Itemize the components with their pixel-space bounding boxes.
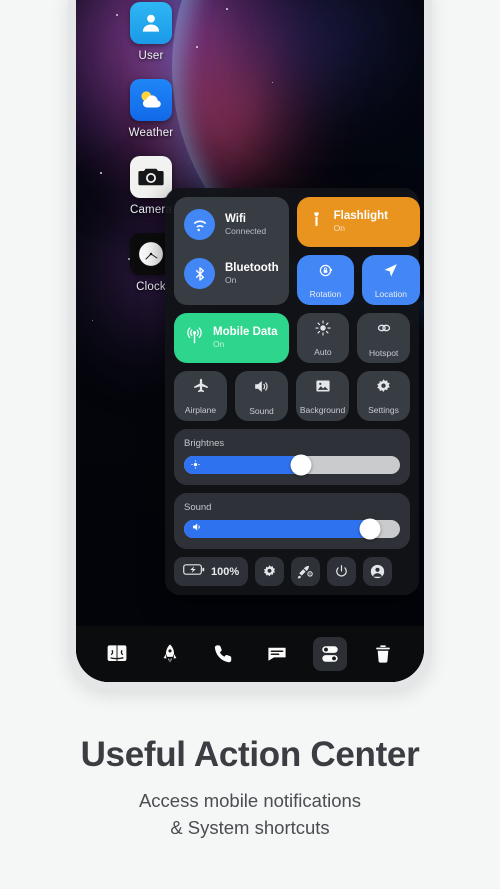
brightness-slider-card: Brightnes <box>174 429 410 485</box>
mobile-data-label: Mobile Data <box>213 326 278 338</box>
caption-block: Useful Action Center Access mobile notif… <box>0 735 500 842</box>
action-account-button[interactable] <box>363 557 393 586</box>
flashlight-icon <box>308 211 325 233</box>
hotspot-label: Hotspot <box>368 348 399 358</box>
action-power-button[interactable] <box>327 557 357 586</box>
dock <box>76 626 424 682</box>
control-center-panel: Wifi Connected Bluetooth On Flashlight O… <box>165 188 420 595</box>
dock-item-phone[interactable] <box>206 637 240 671</box>
bluetooth-icon <box>184 258 215 289</box>
airplane-label: Airplane <box>184 405 217 415</box>
dock-item-launchpad[interactable] <box>153 637 187 671</box>
wifi-status: Connected <box>225 225 267 236</box>
sound-fill <box>184 520 370 538</box>
location-arrow-icon <box>382 262 399 284</box>
tile-settings[interactable]: Settings <box>357 371 410 421</box>
flashlight-status: On <box>333 223 345 234</box>
cleanup-icon <box>297 565 313 579</box>
tile-sound[interactable]: Sound <box>235 371 288 421</box>
wifi-label: Wifi <box>225 212 246 225</box>
volume-icon <box>191 520 203 538</box>
mobile-data-status: On <box>213 339 225 350</box>
brightness-auto-icon <box>314 319 332 342</box>
toggle-wifi[interactable]: Wifi Connected <box>184 209 279 240</box>
location-label: Location <box>374 288 407 299</box>
settings-label: Settings <box>368 404 399 415</box>
phone-mockup: User Weather Camera Clock Wifi Connected… <box>68 0 432 690</box>
control-center-right-column: Flashlight On Rotation Location <box>296 197 420 305</box>
tile-hotspot[interactable]: Hotspot <box>357 313 410 363</box>
dock-item-control-center[interactable] <box>312 637 347 671</box>
desktop-item-user[interactable]: User <box>106 2 196 62</box>
tile-airplane[interactable]: Airplane <box>174 371 227 421</box>
speaker-icon <box>252 377 271 401</box>
brightness-fill <box>184 456 301 474</box>
tile-background[interactable]: Background <box>296 371 349 421</box>
dock-item-finder[interactable] <box>100 637 134 671</box>
power-icon <box>336 565 347 577</box>
trash-icon <box>376 645 391 663</box>
page-subtitle: Access mobile notifications & System sho… <box>0 788 500 842</box>
finder-icon <box>107 645 127 661</box>
dock-item-messages[interactable] <box>260 637 294 671</box>
desktop-item-label: User <box>138 50 164 62</box>
subtitle-line-2: & System shortcuts <box>170 816 330 838</box>
toggles-icon <box>322 646 338 662</box>
tile-auto-brightness[interactable]: Auto <box>296 313 350 363</box>
brightness-slider[interactable] <box>184 454 400 476</box>
tile-mobile-data[interactable]: Mobile Data On <box>174 313 289 363</box>
wallpaper-image-icon <box>314 377 332 400</box>
gear-icon <box>375 378 392 400</box>
subtitle-line-1: Access mobile notifications <box>138 790 362 811</box>
phone-screen: User Weather Camera Clock Wifi Connected… <box>76 0 424 682</box>
flashlight-label: Flashlight <box>333 210 388 222</box>
bluetooth-label: Bluetooth <box>225 261 279 274</box>
square-tiles-row-a: Rotation Location <box>296 255 420 305</box>
rotation-label: Rotation <box>309 288 342 299</box>
message-icon <box>268 647 286 661</box>
cell-signal-icon <box>185 326 204 350</box>
control-center-row-2: Mobile Data On Auto Hotspot <box>174 313 410 363</box>
control-center-row-3: Airplane Sound Background Settings <box>174 371 410 421</box>
account-icon <box>370 564 385 579</box>
sound-knob[interactable] <box>359 518 381 540</box>
battery-status[interactable]: 100% <box>174 557 249 586</box>
wifi-icon <box>184 209 215 240</box>
toggle-bluetooth[interactable]: Bluetooth On <box>184 258 279 289</box>
sound-slider-label: Sound <box>184 502 212 513</box>
hotspot-link-icon <box>374 318 394 343</box>
page-title: Useful Action Center <box>80 735 420 774</box>
dock-item-trash[interactable] <box>366 637 400 671</box>
control-center-row-1: Wifi Connected Bluetooth On Flashlight O… <box>174 197 420 305</box>
tile-location[interactable]: Location <box>362 255 420 305</box>
brightness-label: Brightnes <box>184 438 225 449</box>
connectivity-card: Wifi Connected Bluetooth On <box>174 197 289 305</box>
sound-slider-card: Sound <box>174 493 410 549</box>
brightness-knob[interactable] <box>290 454 312 476</box>
rotation-lock-icon <box>317 262 334 284</box>
brightness-icon <box>191 456 200 474</box>
battery-percent: 100% <box>211 565 240 578</box>
tile-flashlight[interactable]: Flashlight On <box>296 197 420 247</box>
control-center-actions: 100% <box>174 557 410 586</box>
phone-icon <box>215 645 232 663</box>
desktop-item-label: Weather <box>128 127 174 139</box>
desktop-item-weather[interactable]: Weather <box>106 79 196 139</box>
battery-charging-icon <box>183 563 205 581</box>
user-contact-icon <box>130 2 172 44</box>
background-label: Background <box>299 405 346 415</box>
tile-rotation[interactable]: Rotation <box>296 255 355 305</box>
camera-icon <box>130 156 172 198</box>
rocket-icon <box>163 644 177 663</box>
bluetooth-status: On <box>225 274 237 285</box>
action-cleanup-button[interactable] <box>291 557 321 586</box>
auto-label: Auto <box>314 347 332 357</box>
gear-icon <box>264 565 276 577</box>
sun-cloud-icon <box>130 79 172 121</box>
action-settings-button[interactable] <box>255 557 285 586</box>
sound-label: Sound <box>249 405 274 416</box>
sound-slider[interactable] <box>184 518 400 540</box>
airplane-icon <box>192 377 210 400</box>
